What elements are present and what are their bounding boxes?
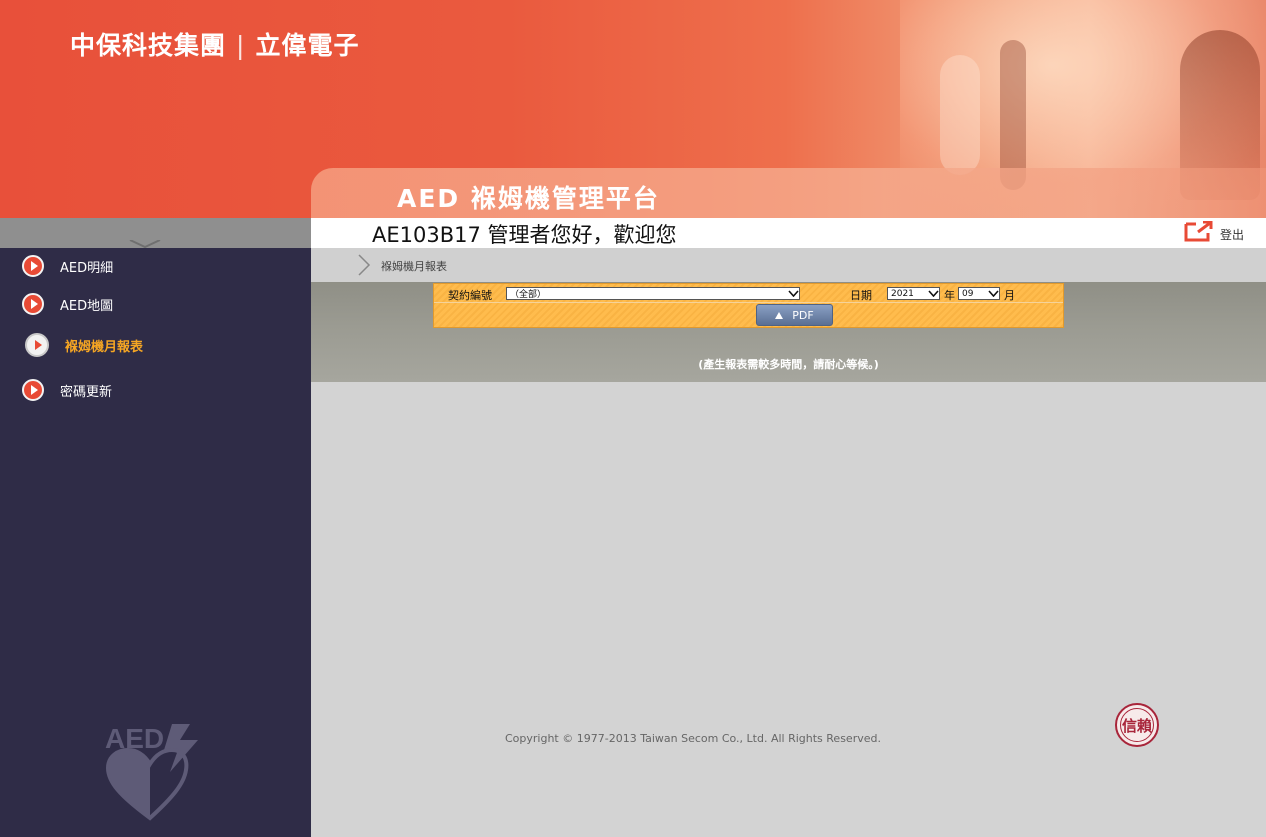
sidebar-item-password-update[interactable]: 密碼更新 bbox=[22, 379, 112, 401]
chevron-down-icon bbox=[927, 288, 939, 299]
sidebar-item-aed-map[interactable]: AED地圖 bbox=[22, 293, 113, 315]
pdf-button-label: PDF bbox=[792, 308, 814, 322]
welcome-message: AE103B17 管理者您好，歡迎您 bbox=[372, 223, 677, 247]
brand-name-left: 中保科技集團 bbox=[70, 31, 227, 60]
year-unit: 年 bbox=[944, 289, 955, 302]
wait-note: (產生報表需較多時間，請耐心等候。) bbox=[698, 358, 879, 371]
contract-label: 契約編號 bbox=[448, 289, 492, 302]
brand-logo: 中保科技集團 | 立偉電子 bbox=[70, 26, 359, 62]
breadcrumb: 褓姆機月報表 bbox=[311, 248, 1266, 282]
breadcrumb-current: 褓姆機月報表 bbox=[381, 260, 447, 273]
month-unit: 月 bbox=[1004, 289, 1015, 302]
welcome-bar: AE103B17 管理者您好，歡迎您 登出 bbox=[311, 218, 1266, 248]
brand-separator: | bbox=[236, 31, 246, 60]
logout-button[interactable]: 登出 bbox=[1184, 218, 1244, 246]
month-select[interactable]: 09 bbox=[958, 287, 1000, 300]
app-title: AED 褓姆機管理平台 bbox=[397, 184, 660, 213]
chevron-down-icon bbox=[987, 288, 999, 299]
banner-photo-figure bbox=[940, 55, 980, 175]
chevron-right-icon bbox=[358, 254, 371, 276]
year-select[interactable]: 2021 bbox=[887, 287, 940, 300]
brand-name-right: 立偉電子 bbox=[255, 31, 360, 60]
sidebar-header bbox=[0, 218, 311, 248]
sidebar-item-label: 密碼更新 bbox=[60, 384, 113, 400]
report-form-band: 契約編號 （全部） 日期 2021 年 09 月 PDF (產生報表需較多時間，… bbox=[311, 282, 1266, 382]
copyright: Copyright © 1977-2013 Taiwan Secom Co., … bbox=[505, 732, 881, 745]
play-icon bbox=[22, 379, 44, 401]
sidebar-item-aed-detail[interactable]: AED明細 bbox=[22, 255, 113, 277]
upload-arrow-icon bbox=[775, 311, 784, 319]
pdf-button[interactable]: PDF bbox=[756, 304, 833, 326]
report-form: 契約編號 （全部） 日期 2021 年 09 月 PDF bbox=[433, 283, 1064, 328]
date-label: 日期 bbox=[850, 289, 872, 302]
contract-select-value: （全部） bbox=[510, 290, 547, 300]
trust-seal-text: 信賴 bbox=[1120, 708, 1154, 742]
play-icon bbox=[22, 255, 44, 277]
aed-logo-icon: AED bbox=[105, 723, 198, 821]
sidebar-item-label: AED明細 bbox=[60, 260, 114, 276]
contract-select[interactable]: （全部） bbox=[506, 287, 800, 300]
month-select-value: 09 bbox=[962, 288, 974, 299]
sidebar-item-label: 褓姆機月報表 bbox=[65, 339, 144, 355]
play-icon bbox=[22, 293, 44, 315]
app-title-tab: AED 褓姆機管理平台 bbox=[311, 168, 1266, 218]
sidebar-item-label: AED地圖 bbox=[60, 298, 114, 314]
sidebar-item-monthly-report[interactable]: 褓姆機月報表 bbox=[25, 333, 143, 357]
chevron-down-icon bbox=[129, 240, 161, 248]
logout-label: 登出 bbox=[1219, 227, 1244, 242]
year-select-value: 2021 bbox=[891, 288, 914, 299]
form-row: 契約編號 （全部） 日期 2021 年 09 月 bbox=[434, 284, 1063, 303]
trust-seal: 信賴 bbox=[1115, 703, 1159, 747]
play-icon bbox=[25, 333, 49, 357]
logout-icon bbox=[1184, 221, 1213, 242]
chevron-down-icon bbox=[787, 288, 799, 299]
